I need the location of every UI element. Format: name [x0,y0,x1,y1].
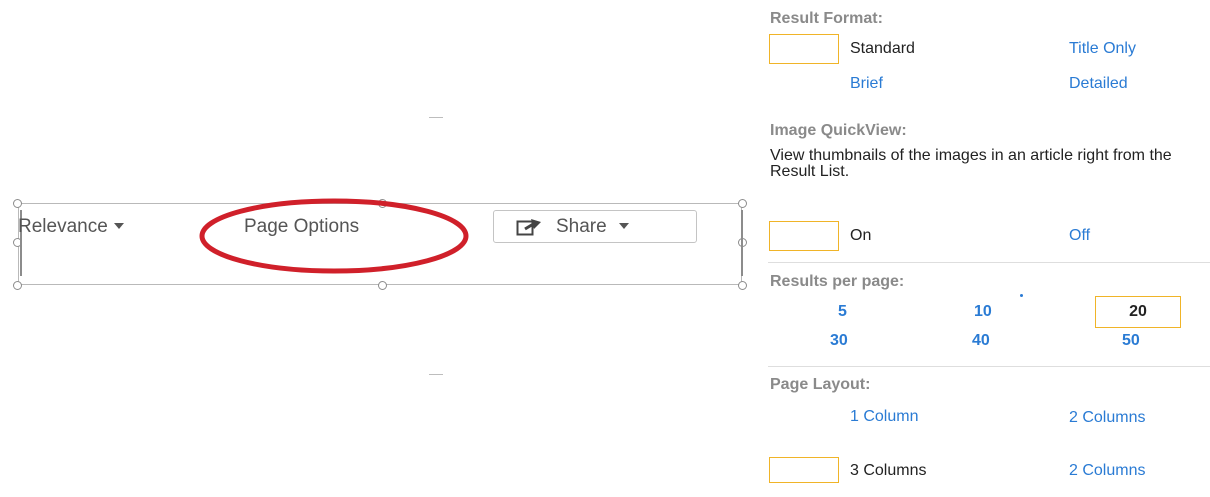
results-per-page-20-selected[interactable]: 20 [1095,296,1181,328]
share-button[interactable]: Share [493,210,697,243]
result-format-heading: Result Format: [770,10,883,27]
result-format-title-only[interactable]: Title Only [1069,40,1136,58]
page-layout-2-columns-alt[interactable]: 2 Columns [1069,461,1169,481]
resize-handle-bottom-middle[interactable] [378,281,387,290]
page-layout-3-columns[interactable]: 3 Columns [850,461,940,481]
section-divider [768,366,1210,367]
sort-dropdown-label: Relevance [18,216,108,237]
frame-edge-right [741,210,743,276]
share-arrow-icon [516,218,541,235]
image-quickview-description: View thumbnails of the images in an arti… [770,147,1172,180]
result-format-selected-indicator [769,34,839,64]
result-format-standard[interactable]: Standard [850,40,915,58]
image-quickview-heading: Image QuickView: [770,122,907,139]
chevron-down-icon [618,222,629,229]
result-format-brief[interactable]: Brief [850,75,883,93]
image-quickview-off[interactable]: Off [1069,227,1090,245]
page-layout-heading: Page Layout: [770,376,871,393]
results-per-page-5[interactable]: 5 [838,303,847,321]
chevron-down-icon [113,222,124,229]
page-layout-1-column[interactable]: 1 Column [850,408,918,426]
resize-handle-top-middle[interactable] [378,199,387,208]
share-button-label: Share [556,215,607,237]
resize-handle-bottom-left[interactable] [13,281,22,290]
cursor-dot [1020,294,1023,297]
page-layout-2-columns[interactable]: 2 Columns [1069,408,1169,428]
resize-handle-top-right[interactable] [738,199,747,208]
page-layout-selected-indicator [769,457,839,483]
page-options-link[interactable]: Page Options [244,216,359,238]
resize-handle-top-left[interactable] [13,199,22,208]
results-per-page-50[interactable]: 50 [1122,332,1140,350]
image-quickview-on[interactable]: On [850,227,871,245]
results-per-page-30[interactable]: 30 [830,332,848,350]
image-quickview-selected-indicator [769,221,839,251]
results-per-page-10[interactable]: 10 [974,303,992,321]
resize-handle-bottom-right[interactable] [738,281,747,290]
guide-dash-top [429,117,443,118]
section-divider [768,262,1210,263]
guide-dash-bottom [429,374,443,375]
results-per-page-40[interactable]: 40 [972,332,990,350]
result-format-detailed[interactable]: Detailed [1069,75,1128,93]
sort-dropdown[interactable]: Relevance [18,216,124,238]
results-per-page-heading: Results per page: [770,273,905,290]
screenshot-canvas: Relevance Page Options Share Result Form… [0,0,1210,497]
